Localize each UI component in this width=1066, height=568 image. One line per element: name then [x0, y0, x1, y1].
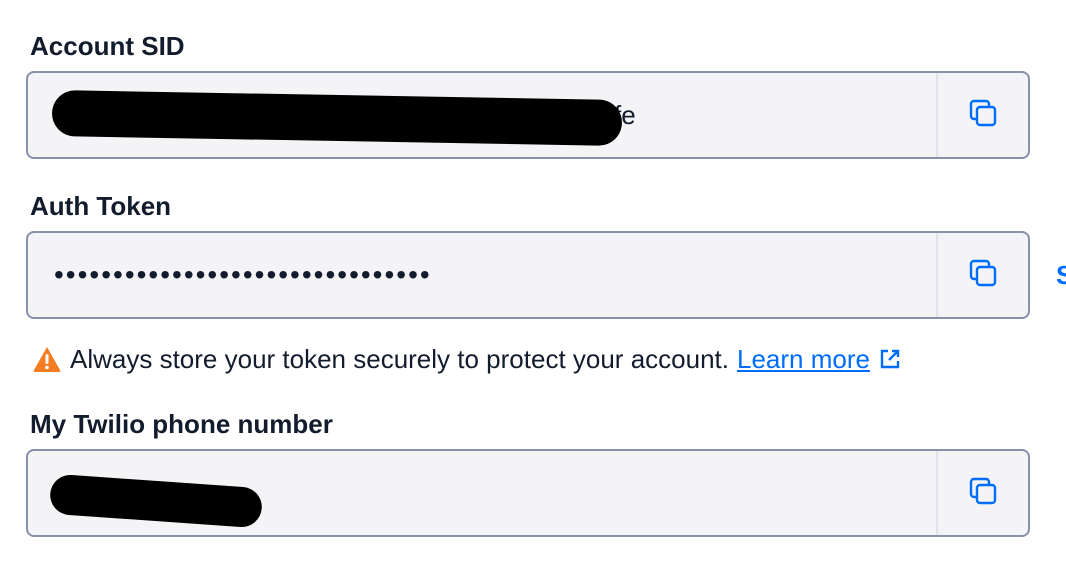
warning-icon — [32, 345, 62, 373]
account-sid-label: Account SID — [30, 31, 185, 61]
copy-auth-token-button[interactable] — [936, 233, 1028, 317]
account-sid-field[interactable]: fe — [26, 71, 1030, 159]
auth-token-field[interactable]: •••••••••••••••••••••••••••••••• — [26, 231, 1030, 319]
credentials-panel: Account SID fe Auth Token ••••••••••••••… — [0, 0, 1066, 568]
copy-icon — [968, 258, 998, 293]
auth-token-label: Auth Token — [30, 191, 172, 221]
learn-more-link[interactable]: Learn more — [737, 344, 870, 375]
token-security-note: Always store your token securely to prot… — [32, 342, 902, 376]
external-link-icon[interactable] — [878, 347, 902, 371]
copy-icon — [968, 98, 998, 133]
auth-token-masked-value: •••••••••••••••••••••••••••••••• — [54, 259, 432, 290]
copy-icon — [968, 476, 998, 511]
phone-number-field[interactable] — [26, 449, 1030, 537]
copy-phone-number-button[interactable] — [936, 451, 1028, 535]
auth-token-side-action[interactable]: S — [1056, 262, 1066, 288]
phone-number-label: My Twilio phone number — [30, 409, 333, 439]
copy-account-sid-button[interactable] — [936, 73, 1028, 157]
warning-text: Always store your token securely to prot… — [70, 343, 729, 374]
redaction-mark — [48, 473, 264, 529]
